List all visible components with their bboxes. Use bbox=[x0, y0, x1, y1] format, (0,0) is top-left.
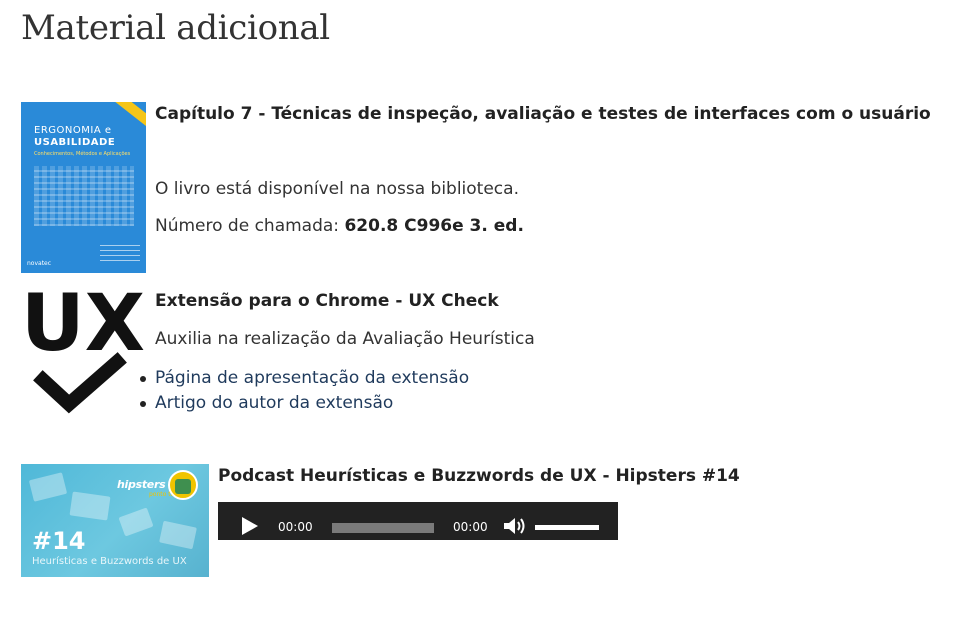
cover-ribbon bbox=[112, 102, 146, 131]
book-chapter-heading: Capítulo 7 - Técnicas de inspeção, avali… bbox=[155, 104, 931, 124]
podcast-thumbnail: hipsters ponto tech #14 Heurísticas e Bu… bbox=[21, 464, 209, 577]
thumb-card bbox=[69, 491, 111, 521]
list-item: Página de apresentação da extensão bbox=[139, 366, 469, 391]
page-title: Material adicional bbox=[21, 8, 330, 48]
call-number-label: Número de chamada: bbox=[155, 216, 345, 236]
ux-logo-text: UX bbox=[21, 290, 145, 369]
cover-pattern bbox=[34, 166, 134, 226]
thumb-card bbox=[159, 520, 197, 550]
cover-title-line2: USABILIDADE bbox=[34, 137, 116, 148]
podcast-heading: Podcast Heurísticas e Buzzwords de UX - … bbox=[218, 466, 740, 486]
episode-number: #14 bbox=[32, 527, 86, 555]
extension-presentation-link[interactable]: Página de apresentação da extensão bbox=[155, 368, 469, 388]
extension-author-article-link[interactable]: Artigo do autor da extensão bbox=[155, 393, 393, 413]
call-number-value: 620.8 C996e 3. ed. bbox=[344, 216, 524, 236]
ux-check-heading: Extensão para o Chrome - UX Check bbox=[155, 291, 499, 311]
cover-title-line1: ERGONOMIA e bbox=[34, 125, 112, 136]
ux-check-description: Auxilia na realização da Avaliação Heurí… bbox=[155, 329, 535, 349]
book-availability: O livro está disponível na nossa bibliot… bbox=[155, 179, 519, 199]
thumb-card bbox=[118, 507, 154, 537]
progress-rail[interactable] bbox=[332, 523, 434, 533]
podcast-avatar bbox=[168, 470, 198, 500]
play-icon[interactable] bbox=[242, 517, 258, 535]
podcast-brand: hipsters bbox=[117, 478, 166, 491]
cover-publisher: novatec bbox=[27, 260, 52, 267]
current-time: 00:00 bbox=[278, 520, 313, 534]
audio-player: 00:00 00:00 bbox=[218, 502, 618, 540]
book-call-number: Número de chamada: 620.8 C996e 3. ed. bbox=[155, 216, 524, 236]
list-item: Artigo do autor da extensão bbox=[139, 391, 469, 416]
book-cover-image: ERGONOMIA e USABILIDADE Conhecimentos, M… bbox=[21, 102, 146, 273]
episode-subtitle: Heurísticas e Buzzwords de UX bbox=[32, 556, 187, 567]
volume-slider[interactable] bbox=[535, 525, 599, 530]
speaker-icon[interactable] bbox=[502, 515, 528, 537]
ux-check-logo: UX bbox=[21, 290, 145, 414]
ux-check-link-list: Página de apresentação da extensão Artig… bbox=[139, 366, 469, 416]
cover-subtitle: Conhecimentos, Métodos e Aplicações bbox=[34, 151, 131, 157]
cover-authors bbox=[100, 245, 140, 261]
duration-time: 00:00 bbox=[453, 520, 488, 534]
thumb-card bbox=[28, 472, 68, 502]
